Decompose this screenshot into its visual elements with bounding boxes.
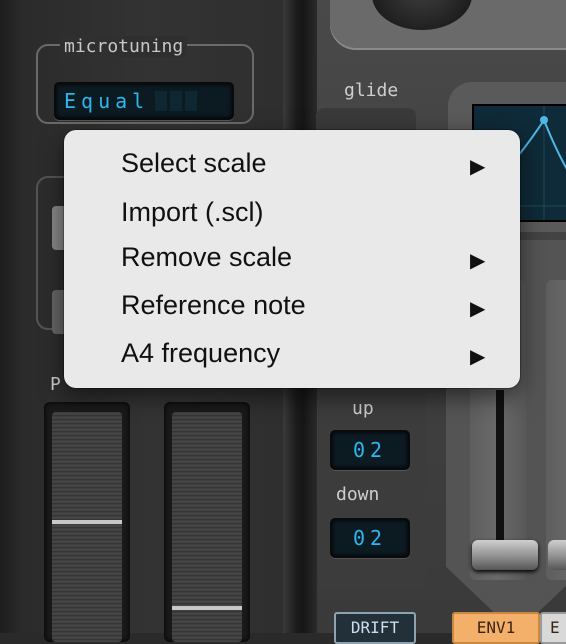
submenu-arrow-icon: ▶ [470,154,486,178]
wheel-label-fragment: P [50,374,61,395]
menu-item-label: Import (.scl) [121,197,264,227]
microtuning-legend: microtuning [60,36,188,57]
bend-down-label: down [336,484,380,505]
env2-button[interactable]: E [540,612,566,644]
menu-item-select-scale[interactable]: Select scale ▶ [64,144,520,184]
menu-item-label: A4 frequency [121,338,281,368]
menu-item-reference-note[interactable]: Reference note ▶ [64,286,520,326]
glide-label: glide [344,80,399,101]
mod-wheel-line [172,606,242,610]
microtuning-display-text: Equal [64,89,150,113]
submenu-arrow-icon: ▶ [470,344,486,368]
slider-groove-1 [496,390,504,550]
bend-down-value: 02 [352,526,388,550]
submenu-arrow-icon: ▶ [470,296,486,320]
submenu-arrow-icon: ▶ [470,248,486,272]
menu-item-a4-frequency[interactable]: A4 frequency ▶ [64,334,520,374]
bend-up-value: 02 [352,438,388,462]
bend-down-display[interactable]: 02 [330,518,410,558]
slider-track-2 [546,280,566,580]
menu-item-label: Select scale [121,148,267,178]
drift-button[interactable]: DRIFT [334,612,416,644]
menu-item-import-scl[interactable]: Import (.scl) [64,193,520,233]
context-menu: Select scale ▶ Import (.scl) Remove scal… [64,130,520,388]
menu-item-remove-scale[interactable]: Remove scale ▶ [64,238,520,278]
pitch-wheel[interactable] [52,412,122,642]
microtuning-display[interactable]: Equal [54,82,234,120]
menu-item-label: Remove scale [121,242,293,272]
menu-item-label: Reference note [121,290,306,320]
bend-up-label: up [352,398,374,419]
slider-handle-2[interactable] [548,540,566,570]
bend-up-display[interactable]: 02 [330,430,410,470]
pitch-wheel-center-line [52,520,122,524]
slider-handle-1[interactable] [472,540,538,570]
lcd-empty-cells [155,91,200,111]
env1-button[interactable]: ENV1 [452,612,540,644]
